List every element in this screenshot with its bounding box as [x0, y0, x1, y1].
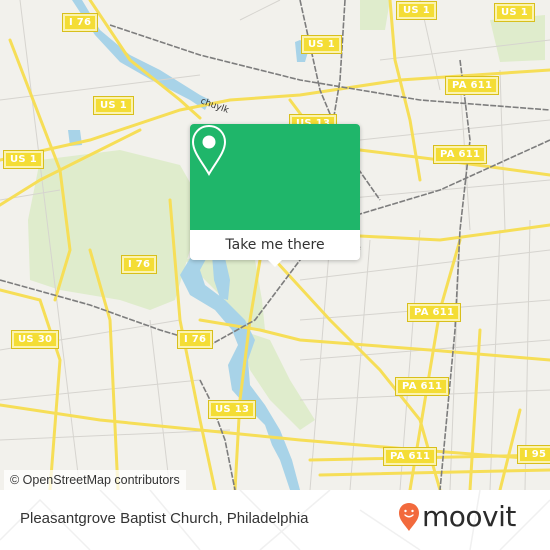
popup-pointer: [267, 259, 283, 267]
road-shield-us1: US 1: [495, 4, 534, 21]
road-shield-us1: US 1: [94, 97, 133, 114]
place-name: Pleasantgrove Baptist Church, Philadelph…: [20, 510, 309, 527]
location-popup[interactable]: Take me there: [190, 124, 360, 267]
location-pin-icon: [191, 124, 227, 176]
park-top: [360, 0, 390, 30]
road-shield-pa611: PA 611: [396, 378, 449, 395]
footer-bar: Pleasantgrove Baptist Church, Philadelph…: [0, 490, 550, 550]
take-me-there-button[interactable]: Take me there: [190, 230, 360, 260]
park-top-right: [490, 15, 545, 62]
road-shield-i76: I 76: [122, 256, 157, 273]
moovit-logo[interactable]: moovit: [398, 502, 516, 532]
road-shield-us1: US 1: [4, 151, 43, 168]
road-shield-pa611: PA 611: [434, 146, 487, 163]
road-shield-pa611: PA 611: [408, 304, 461, 321]
brand-name: moovit: [422, 500, 516, 533]
road-shield-pa611: PA 611: [384, 448, 437, 465]
road-shield-i76: I 76: [63, 14, 98, 31]
map-view[interactable]: chuylk US 1 US 1 I 76 US 1 US 1 US 1 PA …: [0, 0, 550, 490]
moovit-pin-icon: [399, 503, 419, 531]
road-shield-us13: US 13: [209, 401, 256, 418]
road-shield-us30: US 30: [12, 331, 59, 348]
road-shield-i76: I 76: [178, 331, 213, 348]
road-shield-i95: I 95: [518, 446, 550, 463]
road-shield-us1: US 1: [397, 2, 436, 19]
map-attribution[interactable]: © OpenStreetMap contributors: [4, 470, 186, 490]
road-shield-pa611: PA 611: [446, 77, 499, 94]
road-shield-us1: US 1: [302, 36, 341, 53]
popup-header[interactable]: [190, 124, 360, 230]
